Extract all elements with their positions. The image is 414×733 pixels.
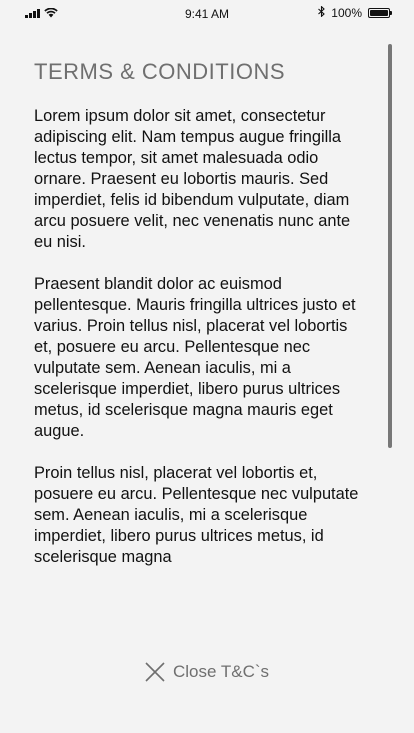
terms-content[interactable]: Lorem ipsum dolor sit amet, consectetur … <box>34 106 364 616</box>
scrollbar[interactable] <box>388 44 392 448</box>
terms-paragraph-3: Proin tellus nisl, placerat vel lobortis… <box>34 464 359 566</box>
status-right: 100% <box>318 5 392 20</box>
close-icon[interactable] <box>145 662 165 682</box>
terms-paragraph-2: Praesent blandit dolor ac euismod pellen… <box>34 275 356 440</box>
battery-icon <box>368 8 392 18</box>
close-terms-button[interactable]: Close T&C`s <box>0 662 414 682</box>
bluetooth-icon <box>318 5 326 20</box>
battery-percent: 100% <box>331 6 362 20</box>
close-terms-label[interactable]: Close T&C`s <box>173 662 269 682</box>
battery-fill <box>370 10 388 16</box>
status-bar: 9:41 AM 100% <box>0 0 414 28</box>
page-title: TERMS & CONDITIONS <box>34 58 286 84</box>
terms-paragraph-1: Lorem ipsum dolor sit amet, consectetur … <box>34 107 351 251</box>
